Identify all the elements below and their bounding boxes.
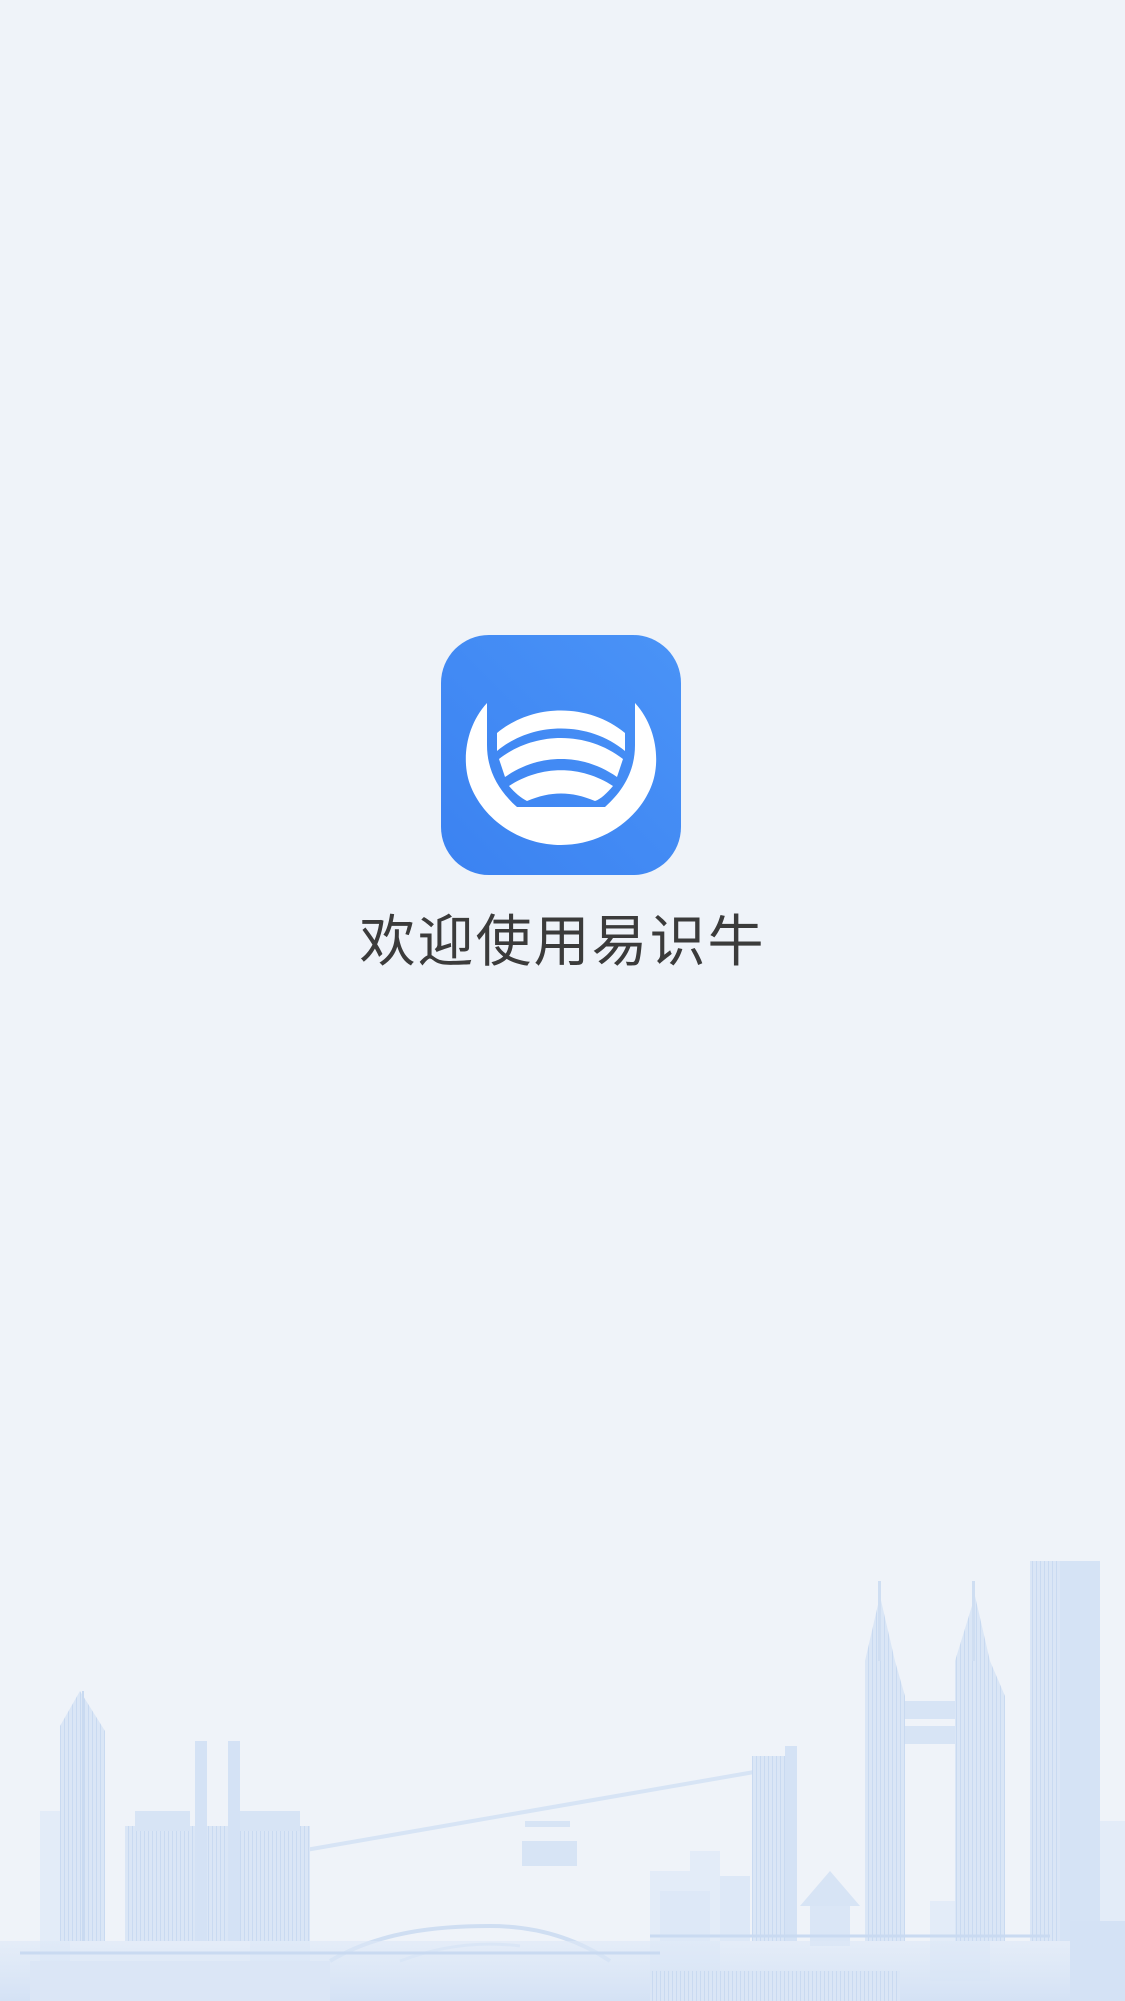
welcome-title: 欢迎使用易识牛: [359, 910, 766, 975]
app-logo: [441, 635, 681, 875]
city-skyline-illustration: [0, 1561, 1125, 2001]
splash-screen: 欢迎使用易识牛: [0, 0, 1125, 2001]
app-logo-icon: [465, 703, 657, 845]
